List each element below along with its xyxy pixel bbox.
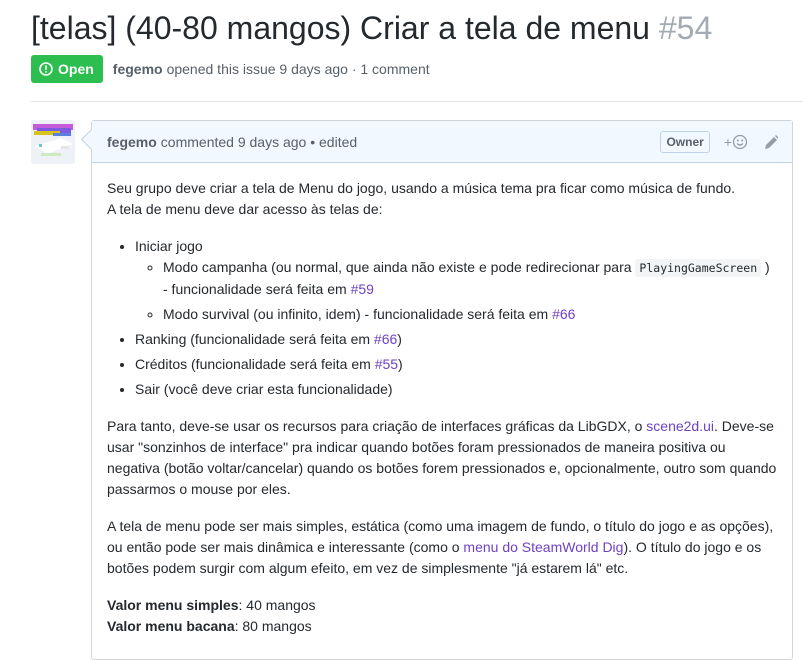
issue-title-text: [telas] (40-80 mangos) Criar a tela de m… [31,10,650,46]
list-item-text: ) [397,331,402,347]
comment-box: fegemo commented 9 days ago • edited Own… [91,120,793,660]
issue-link-59[interactable]: #59 [351,281,374,297]
issue-link-66-ranking[interactable]: #66 [374,331,397,347]
list-item: Créditos (funcionalidade será feita em #… [135,354,777,375]
value-fancy: : 80 mangos [234,618,312,634]
value-fancy-label: Valor menu bacana [107,618,235,634]
resources-paragraph: Para tanto, deve-se usar os recursos par… [107,416,777,500]
list-item: Modo campanha (ou normal, que ainda não … [163,257,777,300]
add-reaction-button[interactable]: + [724,134,748,150]
avatar[interactable] [31,120,75,164]
list-item-text: Sair (você deve criar esta funcionalidad… [135,381,393,397]
comment-meta[interactable]: commented 9 days ago • edited [161,134,357,150]
sub-list: Modo campanha (ou normal, que ainda não … [135,257,777,325]
issue-title: [telas] (40-80 mangos) Criar a tela de m… [31,6,712,50]
screens-list: Iniciar jogo Modo campanha (ou normal, q… [107,236,777,400]
steamworld-link[interactable]: menu do SteamWorld Dig [463,539,623,555]
plus-icon: + [723,133,732,150]
list-item-text: Modo survival (ou infinito, idem) - func… [163,306,553,322]
value-simple-label: Valor menu simples [107,597,239,613]
list-item-text: Modo campanha (ou normal, que ainda não … [163,259,636,275]
owner-label: Owner [660,130,710,153]
smiley-icon [732,134,748,149]
issue-link-66[interactable]: #66 [552,306,575,322]
intro-paragraph: Seu grupo deve criar a tela de Menu do j… [107,178,777,220]
issue-meta: Open fegemo opened this issue 9 days ago… [31,55,430,83]
issue-link-55[interactable]: #55 [375,356,398,372]
value-simple: : 40 mangos [238,597,316,613]
scene2d-link[interactable]: scene2d.ui [646,418,714,434]
issue-author-link[interactable]: fegemo [113,61,163,77]
paragraph-text: Para tanto, deve-se usar os recursos par… [107,418,647,434]
comment-header: fegemo commented 9 days ago • edited Own… [92,121,792,163]
intro-line-1: Seu grupo deve criar a tela de Menu do j… [107,180,736,196]
code-span: PlayingGameScreen [635,259,762,277]
list-item: Modo survival (ou infinito, idem) - func… [163,304,777,325]
intro-line-2: A tela de menu deve dar acesso às telas … [107,201,383,217]
status-label: Open [58,61,94,77]
comment-author-link[interactable]: fegemo [107,134,157,150]
issue-number: #54 [658,10,713,46]
list-item-text: ) [398,356,403,372]
list-item: Sair (você deve criar esta funcionalidad… [135,379,777,400]
list-item-text: Ranking (funcionalidade será feita em [135,331,374,347]
comment-actions: Owner + [660,121,778,162]
list-item-text: Créditos (funcionalidade será feita em [135,356,375,372]
list-item-text: Iniciar jogo [135,238,203,254]
issue-meta-text: opened this issue 9 days ago · 1 comment [166,61,430,77]
values-paragraph: Valor menu simples: 40 mangos Valor menu… [107,595,777,637]
comment-body: Seu grupo deve criar a tela de Menu do j… [92,163,792,637]
divider [31,101,803,102]
avatar-image [31,120,75,164]
design-paragraph: A tela de menu pode ser mais simples, es… [107,516,777,579]
status-badge: Open [31,55,103,83]
list-item: Ranking (funcionalidade será feita em #6… [135,329,777,350]
issue-opened-icon [39,62,53,76]
list-item: Iniciar jogo Modo campanha (ou normal, q… [135,236,777,325]
pencil-icon[interactable] [764,134,778,150]
